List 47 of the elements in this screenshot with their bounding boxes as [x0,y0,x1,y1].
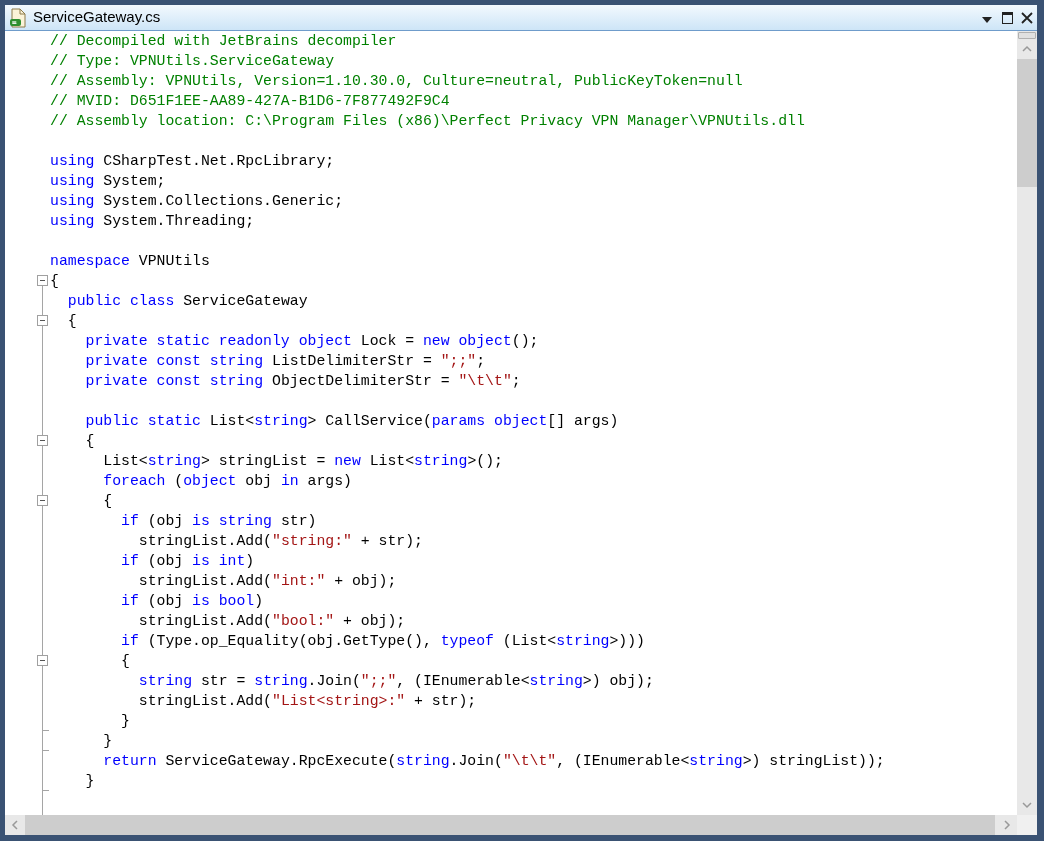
maximize-icon[interactable] [1002,11,1013,24]
code-line: using CSharpTest.Net.RpcLibrary; [50,152,335,171]
code-line: // Assembly location: C:\Program Files (x86)\Perfect Privacy VPN Manager\VPNUtils.dll [50,112,805,131]
window-title: ServiceGateway.cs [33,7,161,28]
code-line: using System.Threading; [50,212,255,231]
code-line: { [102,492,113,511]
code-line: string str = string.Join(";;", (IEnumerable<string>) obj); [137,672,654,691]
code-line: // Assembly: VPNUtils, Version=1.10.30.0, Culture=neutral, PublicKeyToken=null [50,72,743,91]
code-line: // Decompiled with JetBrains decompiler [50,32,397,51]
collapse-button[interactable] [37,435,48,446]
code-line: if (obj is string str) [120,512,317,531]
code-line: return ServiceGateway.RpcExecute(string.Join("\t\t", (IEnumerable<string>) stringList)); [102,752,885,771]
code-line: { [50,272,59,291]
code-line: using System.Collections.Generic; [50,192,344,211]
code-line: // Type: VPNUtils.ServiceGateway [50,52,335,71]
collapse-button[interactable] [37,275,48,286]
code-line: if (Type.op_Equality(obj.GetType(), typeof (List<string>))) [120,632,645,651]
code-line: } [84,772,95,791]
close-icon[interactable] [1021,11,1033,24]
code-line: private static readonly object Lock = new object(); [84,332,539,351]
code-line: private const string ListDelimiterStr = ";;"; [84,352,486,371]
code-line: private const string ObjectDelimiterStr = "\t\t"; [84,372,521,391]
collapse-button[interactable] [37,495,48,506]
csharp-file-icon [9,7,27,28]
code-line: stringList.Add("List<string>:" + str); [137,692,477,711]
code-line: if (obj is int) [120,552,255,571]
code-line: } [102,732,113,751]
code-line: foreach (object obj in args) [102,472,352,491]
code-line: stringList.Add("bool:" + obj); [137,612,406,631]
code-line: List<string> stringList = new List<string>(); [102,452,503,471]
code-line: } [120,712,130,731]
code-line: stringList.Add("int:" + obj); [137,572,397,591]
code-line: { [66,312,77,331]
code-line: { [120,652,130,671]
code-line: public static List<string> CallService(params object[] args) [84,412,619,431]
collapse-button[interactable] [37,315,48,326]
code-line: // MVID: D651F1EE-AA89-427A-B1D6-7F877492F9C4 [50,92,450,111]
code-line: namespace VPNUtils [50,252,210,271]
code-line: if (obj is bool) [120,592,264,611]
collapse-button[interactable] [37,655,48,666]
scrollbar-thumb[interactable] [1017,59,1037,187]
code-line: { [84,432,95,451]
dropdown-caret-icon[interactable] [982,16,992,23]
splitter-handle[interactable] [1018,32,1036,39]
code-line: stringList.Add("string:" + str); [137,532,423,551]
code-line: using System; [50,172,166,191]
code-line: public class ServiceGateway [66,292,308,311]
